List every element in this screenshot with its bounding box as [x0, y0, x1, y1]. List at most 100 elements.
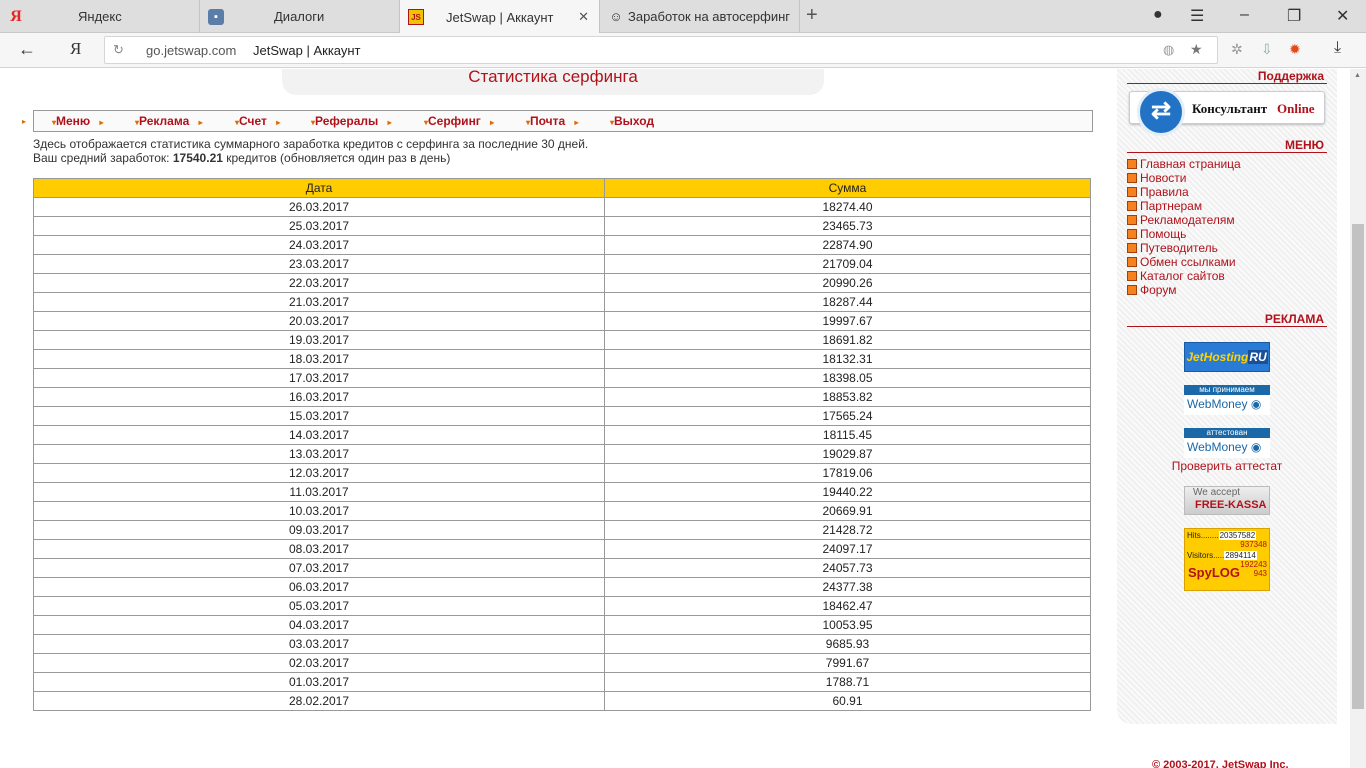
- extension-icon[interactable]: ✲: [1231, 41, 1243, 58]
- cell-date: 20.03.2017: [33, 311, 605, 331]
- download-manager-icon[interactable]: ⇩: [1261, 41, 1273, 58]
- sidebar-menu-item[interactable]: Обмен ссылками: [1127, 255, 1241, 269]
- spylog-hits-label: Hits: [1187, 531, 1201, 540]
- sidebar-menu-item[interactable]: Партнерам: [1127, 199, 1241, 213]
- sidebar-menu-item[interactable]: Помощь: [1127, 227, 1241, 241]
- menu-item-mail[interactable]: ▾Почта ▸: [526, 114, 579, 128]
- scroll-up-icon[interactable]: ▲: [1354, 72, 1361, 79]
- cell-date: 21.03.2017: [33, 292, 605, 312]
- right-sidebar: Поддержка ⇄ Консультант Online МЕНЮ Глав…: [1117, 69, 1337, 724]
- verify-attest-link[interactable]: Проверить аттестат: [1117, 459, 1337, 473]
- cell-date: 15.03.2017: [33, 406, 605, 426]
- table-row: 18.03.2017 18132.31: [33, 349, 1091, 369]
- menu-item-ads[interactable]: ▾Реклама ▸: [135, 114, 203, 128]
- sidebar-menu-item[interactable]: Рекламодателям: [1127, 213, 1241, 227]
- cell-sum: 1788.71: [604, 672, 1091, 692]
- sidebar-menu-item[interactable]: Каталог сайтов: [1127, 269, 1241, 283]
- tab-jetswap[interactable]: JS JetSwap | Аккаунт ✕: [400, 0, 600, 34]
- webmoney-attest-banner[interactable]: аттестован WebMoney ◉: [1184, 428, 1270, 458]
- tab-yandex[interactable]: Я Яндекс: [0, 0, 200, 33]
- sidebar-menu-item[interactable]: Форум: [1127, 283, 1241, 297]
- url-page-title: JetSwap | Аккаунт: [253, 43, 361, 58]
- tab-dialogs[interactable]: ▪ Диалоги: [200, 0, 400, 33]
- menu-heading: МЕНЮ: [1127, 138, 1327, 153]
- menu-marker-icon: ▸: [22, 117, 27, 126]
- account-icon[interactable]: ●: [1153, 6, 1163, 24]
- fire-extension-icon[interactable]: ✹: [1289, 41, 1301, 58]
- stats-description: Здесь отображается статистика суммарного…: [33, 137, 588, 165]
- reload-icon[interactable]: ↻: [113, 42, 124, 58]
- menu-item-surfing[interactable]: ▾Серфинг ▸: [424, 114, 494, 128]
- downloads-icon[interactable]: ⤓: [1334, 39, 1341, 57]
- cell-date: 09.03.2017: [33, 520, 605, 540]
- jethosting-banner[interactable]: JetHostingRU: [1184, 342, 1270, 372]
- stats-table-body: 26.03.2017 18274.40 25.03.2017 23465.73 24.0…: [33, 197, 1091, 711]
- spylog-counter[interactable]: Hits........20357582 937348 Visitors....…: [1184, 528, 1270, 591]
- cell-date: 10.03.2017: [33, 501, 605, 521]
- minimize-icon[interactable]: –: [1240, 6, 1249, 24]
- bullet-square-icon: [1127, 173, 1137, 183]
- cell-date: 25.03.2017: [33, 216, 605, 236]
- cell-sum: 18398.05: [604, 368, 1091, 388]
- freekassa-name: FREE-KASSA: [1195, 499, 1267, 511]
- sidebar-menu-label: Каталог сайтов: [1140, 269, 1225, 283]
- menu-item-menu[interactable]: ▾Меню ▸: [52, 114, 104, 128]
- sidebar-menu-item[interactable]: Новости: [1127, 171, 1241, 185]
- new-tab-button[interactable]: +: [806, 4, 818, 27]
- tab-surf[interactable]: ☺ Заработок на автосерфинг: [600, 0, 800, 33]
- webmoney-globe-icon: ◉: [1250, 440, 1262, 454]
- webmoney-accept-banner[interactable]: мы принимаем WebMoney ◉: [1184, 385, 1270, 415]
- menu-item-referrals[interactable]: ▾Рефералы ▸: [311, 114, 392, 128]
- back-icon[interactable]: ←: [18, 39, 36, 60]
- bookmark-star-icon[interactable]: ★: [1190, 41, 1203, 58]
- table-row: 10.03.2017 20669.91: [33, 501, 1091, 521]
- menu-icon[interactable]: ☰: [1190, 6, 1204, 26]
- free-kassa-banner[interactable]: We accept FREE-KASSA: [1184, 486, 1270, 515]
- translate-icon[interactable]: ◍: [1163, 42, 1174, 58]
- table-row: 08.03.2017 24097.17: [33, 539, 1091, 559]
- column-header-sum: Сумма: [604, 178, 1091, 198]
- dialogs-icon: ▪: [208, 8, 224, 25]
- cell-sum: 24377.38: [604, 577, 1091, 597]
- bullet-square-icon: [1127, 187, 1137, 197]
- wm-name: WebMoney: [1187, 440, 1248, 454]
- sidebar-menu-item[interactable]: Правила: [1127, 185, 1241, 199]
- description-line: Здесь отображается статистика суммарного…: [33, 137, 589, 151]
- menu-item-account[interactable]: ▾Счет ▸: [235, 114, 280, 128]
- menu-label: Реклама: [139, 114, 190, 128]
- scrollbar-thumb[interactable]: [1352, 224, 1364, 709]
- cell-date: 13.03.2017: [33, 444, 605, 464]
- menu-item-exit[interactable]: ▾Выход: [610, 114, 654, 128]
- restore-icon[interactable]: ❐: [1287, 6, 1301, 26]
- bullet-square-icon: [1127, 215, 1137, 225]
- bullet-square-icon: [1127, 285, 1137, 295]
- sidebar-menu: Главная страница Новости Правила Партнерам Р…: [1127, 157, 1241, 297]
- cell-date: 07.03.2017: [33, 558, 605, 578]
- cell-date: 06.03.2017: [33, 577, 605, 597]
- consultant-online: Online: [1277, 101, 1315, 116]
- close-window-icon[interactable]: ✕: [1336, 6, 1349, 26]
- cell-sum: 7991.67: [604, 653, 1091, 673]
- cell-sum: 19440.22: [604, 482, 1091, 502]
- table-row: 03.03.2017 9685.93: [33, 634, 1091, 654]
- menu-label: Серфинг: [428, 114, 481, 128]
- sidebar-menu-item[interactable]: Главная страница: [1127, 157, 1241, 171]
- tab-title: JetSwap | Аккаунт: [446, 9, 554, 25]
- url-field[interactable]: ↻ go.jetswap.com JetSwap | Аккаунт ◍ ★: [104, 36, 1218, 64]
- yandex-logo-icon[interactable]: Я: [70, 39, 81, 59]
- page-scrollbar[interactable]: ▲: [1350, 69, 1366, 768]
- menu-label: Счет: [239, 114, 267, 128]
- wm-accept-top: мы принимаем: [1184, 385, 1270, 395]
- avg-value: 17540.21: [172, 151, 223, 165]
- sidebar-menu-label: Помощь: [1140, 227, 1187, 241]
- consultant-online-button[interactable]: ⇄ Консультант Online: [1129, 88, 1325, 136]
- cell-date: 03.03.2017: [33, 634, 605, 654]
- cell-date: 28.02.2017: [33, 691, 605, 711]
- cell-date: 18.03.2017: [33, 349, 605, 369]
- cell-date: 23.03.2017: [33, 254, 605, 274]
- cell-sum: 20669.91: [604, 501, 1091, 521]
- close-tab-icon[interactable]: ✕: [578, 9, 589, 25]
- table-row: 09.03.2017 21428.72: [33, 520, 1091, 540]
- sidebar-menu-item[interactable]: Путеводитель: [1127, 241, 1241, 255]
- cell-sum: 17565.24: [604, 406, 1091, 426]
